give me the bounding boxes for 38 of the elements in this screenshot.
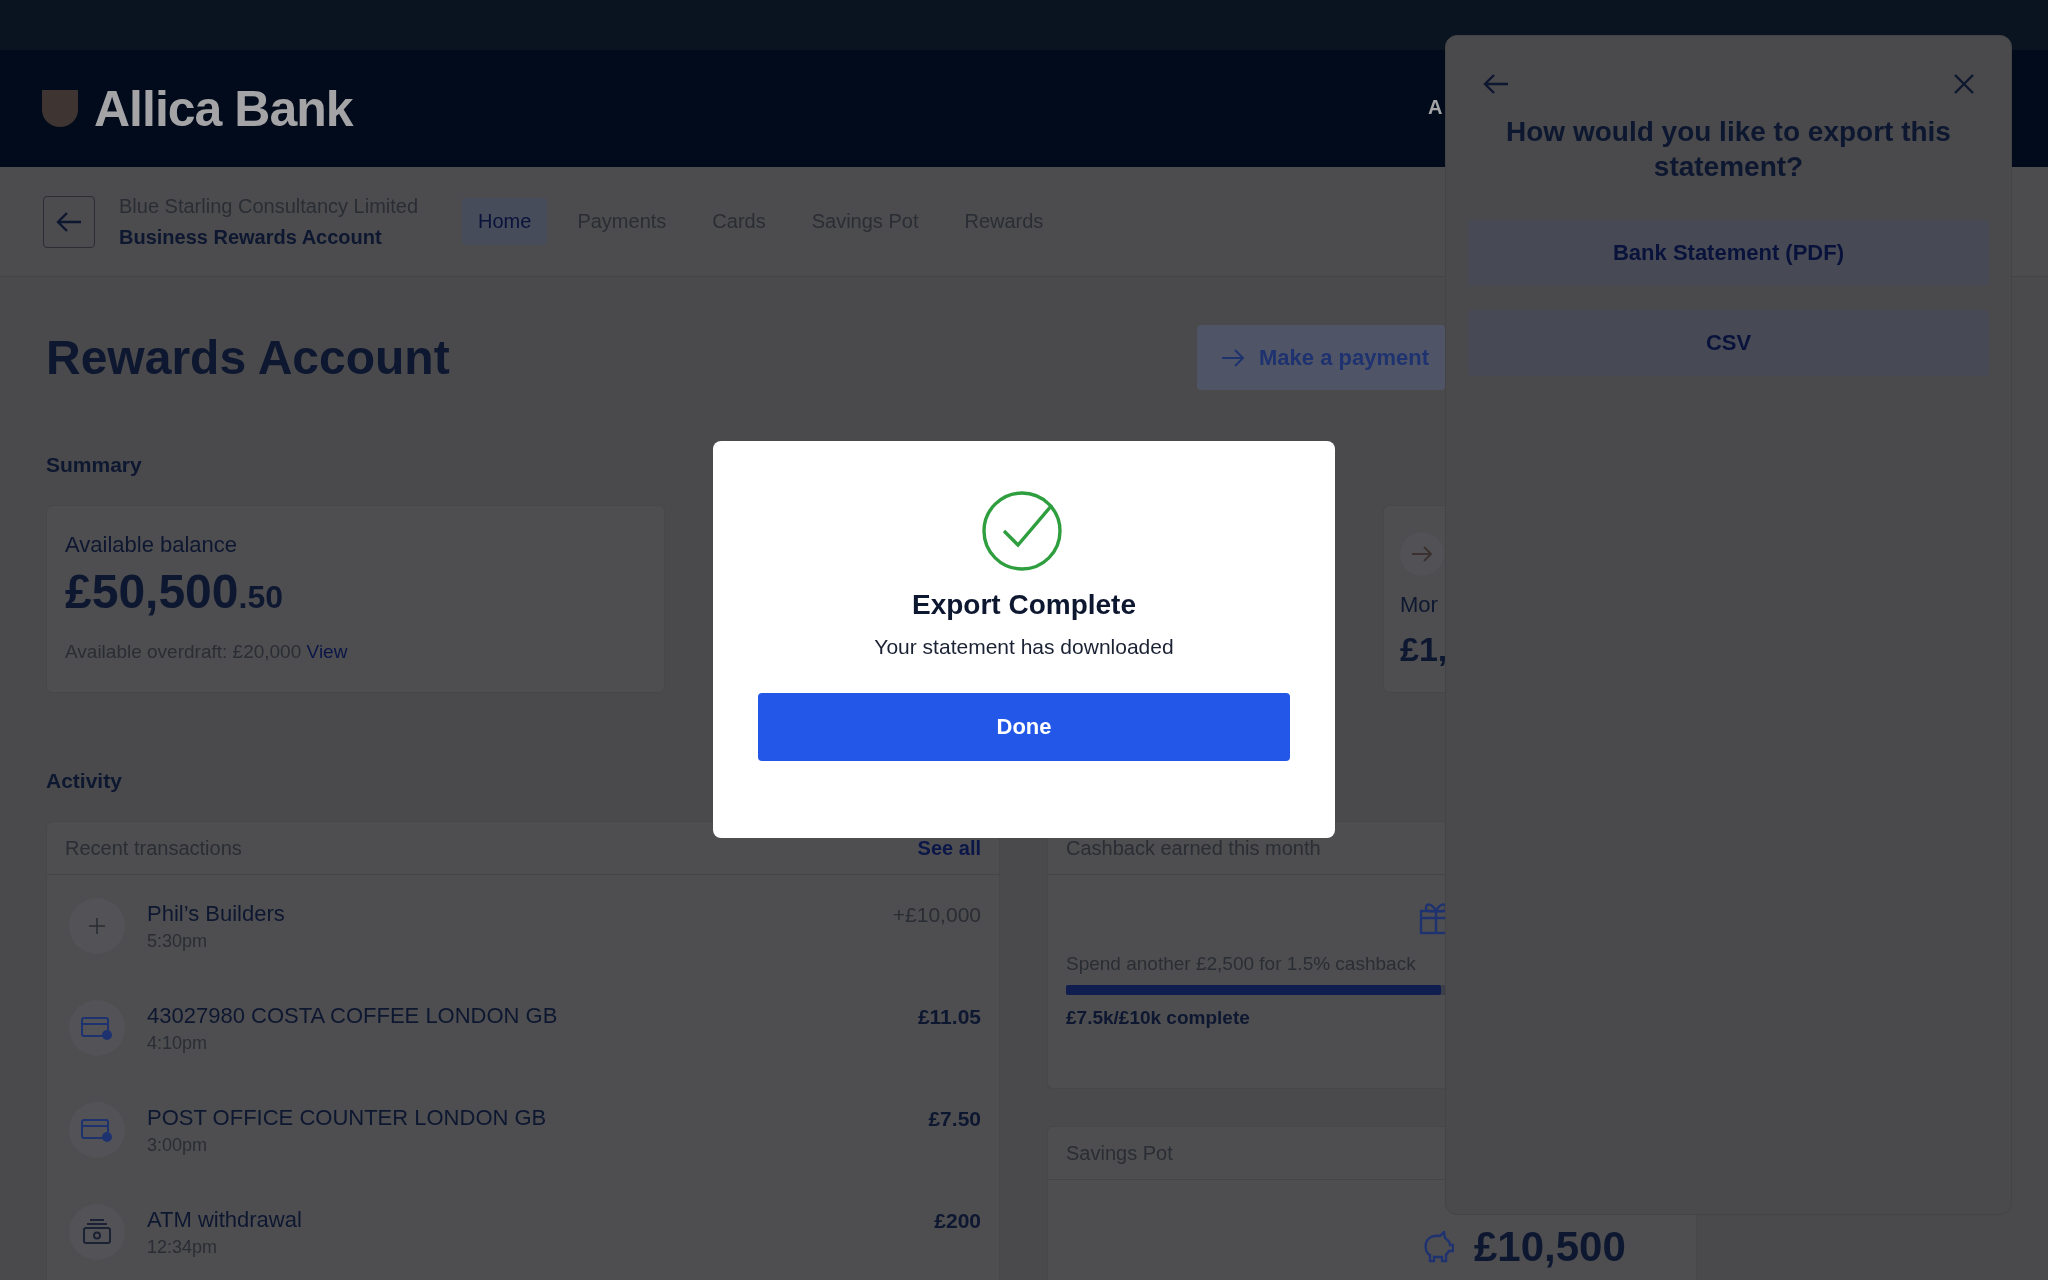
back-arrow-icon <box>1482 72 1510 96</box>
card-amount: £1, <box>1400 630 1445 669</box>
progress-text: £7.5k/£10k complete <box>1066 1007 1251 1029</box>
transaction-amount: £7.50 <box>928 1107 981 1131</box>
view-link[interactable]: View <box>306 641 348 662</box>
savings-amount: £10,500 <box>1474 1226 1626 1268</box>
cash-icon <box>81 1218 113 1246</box>
dialog-title: Export Complete <box>912 589 1136 621</box>
dialog-message: Your statement has downloaded <box>874 635 1174 659</box>
page-title: Rewards Account <box>46 330 450 385</box>
back-button[interactable] <box>43 195 95 248</box>
transaction-name: 43027980 COSTA COFFEE LONDON GB <box>147 1002 559 1029</box>
arrow-right-icon <box>1221 348 1246 367</box>
nav-tab[interactable]: Home <box>462 198 548 245</box>
logo-text: Allica Bank <box>94 79 353 138</box>
export-option-button[interactable]: CSV <box>1468 310 1989 376</box>
transaction-name: POST OFFICE COUNTER LONDON GB <box>147 1104 548 1131</box>
back-arrow-icon <box>55 209 83 234</box>
section-heading: Summary <box>46 453 143 477</box>
card-icon <box>81 1015 113 1041</box>
plus-icon <box>87 916 107 936</box>
shield-logo-icon <box>42 90 78 127</box>
export-option-button[interactable]: Bank Statement (PDF) <box>1468 220 1989 286</box>
nav-link[interactable]: A <box>1428 96 1443 119</box>
balance-label: Available balance <box>65 532 239 558</box>
transaction-amount: £200 <box>934 1209 981 1233</box>
account-name: Business Rewards Account <box>119 225 383 249</box>
panel-title: How would you like to export this statement? <box>1505 115 1952 184</box>
balance-amount: £50,500.50 <box>65 564 284 619</box>
transaction-amount: £11.05 <box>917 1005 981 1029</box>
done-button[interactable]: Done <box>758 693 1290 761</box>
card-icon <box>81 1117 113 1143</box>
close-icon <box>1953 73 1975 95</box>
see-all-link[interactable]: See all <box>917 836 981 860</box>
transaction-name: ATM withdrawal <box>147 1206 303 1233</box>
transaction-name: Phil’s Builders <box>147 900 286 927</box>
card-label: Mor <box>1400 592 1439 618</box>
section-heading: Activity <box>46 769 123 793</box>
